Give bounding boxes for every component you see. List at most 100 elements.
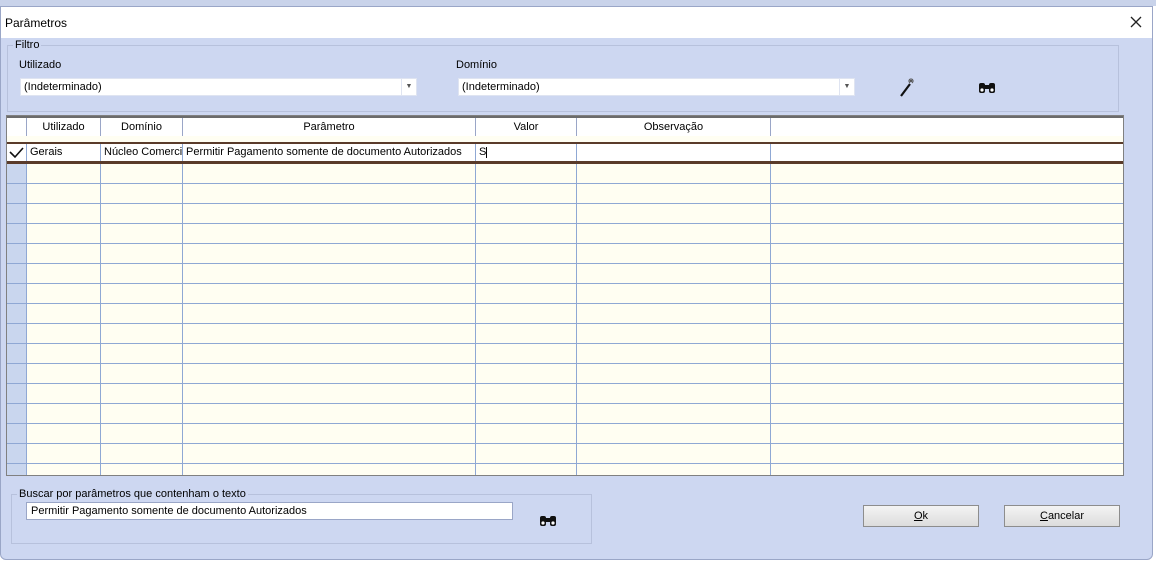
table-row[interactable]: [7, 204, 1123, 224]
table-cell[interactable]: [27, 224, 101, 243]
table-cell[interactable]: [27, 244, 101, 263]
table-row[interactable]: [7, 164, 1123, 184]
table-cell[interactable]: [183, 404, 476, 423]
table-cell[interactable]: [27, 424, 101, 443]
table-cell[interactable]: [476, 424, 577, 443]
table-cell[interactable]: [476, 304, 577, 323]
row-indicator[interactable]: [7, 344, 27, 363]
table-cell[interactable]: [101, 444, 183, 463]
row-indicator[interactable]: [7, 264, 27, 283]
table-cell[interactable]: [27, 164, 101, 183]
table-cell[interactable]: [577, 284, 771, 303]
table-cell[interactable]: [101, 344, 183, 363]
chevron-down-icon[interactable]: ▼: [839, 79, 854, 95]
table-row[interactable]: [7, 384, 1123, 404]
cell-observacao[interactable]: [577, 144, 771, 161]
table-cell[interactable]: [27, 304, 101, 323]
table-cell[interactable]: [577, 164, 771, 183]
column-header-parametro[interactable]: Parâmetro: [183, 118, 476, 136]
table-cell[interactable]: [27, 344, 101, 363]
magic-wand-icon[interactable]: [896, 76, 918, 98]
table-row[interactable]: [7, 344, 1123, 364]
table-cell[interactable]: [27, 464, 101, 475]
table-cell[interactable]: [27, 324, 101, 343]
table-cell[interactable]: [577, 184, 771, 203]
table-cell[interactable]: [183, 304, 476, 323]
row-indicator[interactable]: [7, 284, 27, 303]
table-cell[interactable]: [577, 464, 771, 475]
table-cell[interactable]: [101, 384, 183, 403]
cell-valor-editor[interactable]: S: [476, 144, 577, 161]
cell-parametro[interactable]: Permitir Pagamento somente de documento …: [183, 144, 476, 161]
table-cell[interactable]: [101, 284, 183, 303]
table-cell[interactable]: [101, 164, 183, 183]
row-indicator[interactable]: [7, 324, 27, 343]
table-cell[interactable]: [183, 224, 476, 243]
table-cell[interactable]: [27, 264, 101, 283]
cell-dominio[interactable]: Núcleo Comerci: [101, 144, 183, 161]
table-row[interactable]: Gerais Núcleo Comerci Permitir Pagamento…: [7, 142, 1123, 164]
table-cell[interactable]: [476, 444, 577, 463]
table-cell[interactable]: [183, 424, 476, 443]
column-header-dominio[interactable]: Domínio: [101, 118, 183, 136]
table-cell[interactable]: [183, 204, 476, 223]
table-cell[interactable]: [183, 164, 476, 183]
table-cell[interactable]: [27, 204, 101, 223]
cell-utilizado[interactable]: Gerais: [27, 144, 101, 161]
table-row[interactable]: [7, 224, 1123, 244]
row-indicator[interactable]: [7, 144, 27, 161]
table-cell[interactable]: [101, 304, 183, 323]
cancel-button[interactable]: Cancelar: [1004, 505, 1120, 527]
table-cell[interactable]: [577, 344, 771, 363]
table-cell[interactable]: [183, 344, 476, 363]
table-cell[interactable]: [577, 224, 771, 243]
row-indicator[interactable]: [7, 404, 27, 423]
table-cell[interactable]: [577, 364, 771, 383]
table-cell[interactable]: [27, 404, 101, 423]
table-cell[interactable]: [476, 244, 577, 263]
row-indicator[interactable]: [7, 204, 27, 223]
table-cell[interactable]: [183, 364, 476, 383]
table-cell[interactable]: [577, 264, 771, 283]
table-cell[interactable]: [101, 204, 183, 223]
table-cell[interactable]: [183, 284, 476, 303]
table-row[interactable]: [7, 184, 1123, 204]
table-cell[interactable]: [27, 284, 101, 303]
table-cell[interactable]: [577, 444, 771, 463]
row-indicator[interactable]: [7, 424, 27, 443]
parameters-grid[interactable]: Utilizado Domínio Parâmetro Valor Observ…: [6, 115, 1124, 476]
row-indicator[interactable]: [7, 304, 27, 323]
row-indicator[interactable]: [7, 244, 27, 263]
table-cell[interactable]: [476, 344, 577, 363]
table-cell[interactable]: [183, 184, 476, 203]
table-cell[interactable]: [101, 184, 183, 203]
table-cell[interactable]: [476, 184, 577, 203]
table-cell[interactable]: [577, 204, 771, 223]
table-cell[interactable]: [183, 384, 476, 403]
table-cell[interactable]: [101, 464, 183, 475]
search-input[interactable]: Permitir Pagamento somente de documento …: [26, 502, 513, 520]
table-cell[interactable]: [183, 444, 476, 463]
table-cell[interactable]: [101, 264, 183, 283]
dominio-select[interactable]: (Indeterminado) ▼: [458, 78, 855, 96]
table-cell[interactable]: [577, 324, 771, 343]
table-cell[interactable]: [101, 224, 183, 243]
row-indicator[interactable]: [7, 184, 27, 203]
binoculars-icon[interactable]: [537, 509, 559, 531]
table-cell[interactable]: [476, 264, 577, 283]
table-cell[interactable]: [476, 324, 577, 343]
chevron-down-icon[interactable]: ▼: [401, 79, 416, 95]
table-row[interactable]: [7, 404, 1123, 424]
table-cell[interactable]: [476, 204, 577, 223]
table-cell[interactable]: [101, 364, 183, 383]
table-cell[interactable]: [577, 384, 771, 403]
table-cell[interactable]: [27, 444, 101, 463]
table-cell[interactable]: [476, 464, 577, 475]
table-row[interactable]: [7, 264, 1123, 284]
table-row[interactable]: [7, 244, 1123, 264]
table-cell[interactable]: [27, 184, 101, 203]
table-cell[interactable]: [101, 244, 183, 263]
table-cell[interactable]: [101, 404, 183, 423]
row-indicator[interactable]: [7, 364, 27, 383]
row-indicator[interactable]: [7, 224, 27, 243]
